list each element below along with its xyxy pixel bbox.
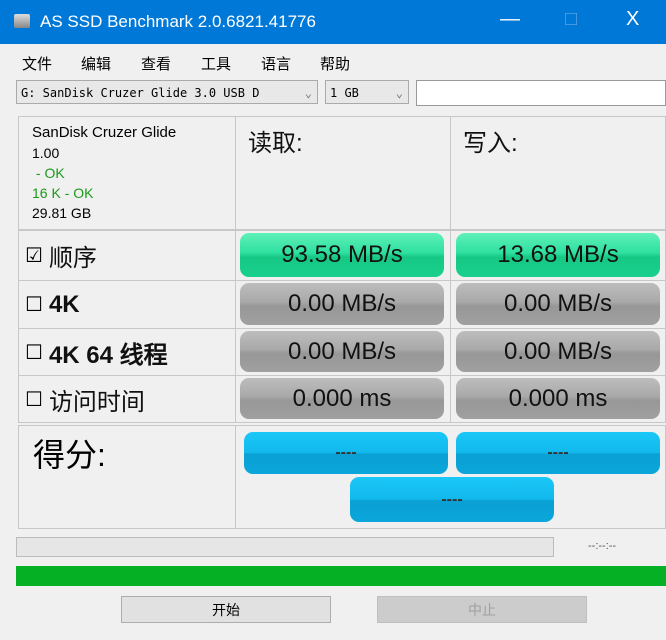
write-result: 13.68 MB/s — [456, 233, 660, 277]
window-title: AS SSD Benchmark 2.0.6821.41776 — [40, 12, 316, 31]
test-label: 4K 64 线程 — [48, 341, 168, 369]
size-select[interactable]: 1 GB ⌄ — [325, 80, 409, 104]
score-read: ---- — [244, 432, 448, 474]
close-button[interactable]: X — [626, 8, 639, 31]
test-row-label-cell[interactable]: ☐ 4K — [18, 280, 236, 329]
menu-tools[interactable]: 工具 — [201, 53, 231, 74]
app-icon — [14, 14, 30, 28]
checkbox[interactable]: ☑ — [25, 243, 43, 268]
read-result: 0.00 MB/s — [240, 331, 444, 372]
drive-info-panel: SanDisk Cruzer Glide 1.00 - OK 16 K - OK… — [18, 116, 236, 230]
read-result: 93.58 MB/s — [240, 233, 444, 277]
test-row-label-cell[interactable]: ☐ 4K 64 线程 — [18, 328, 236, 376]
title-bar: AS SSD Benchmark 2.0.6821.41776 — □ X — [0, 0, 666, 44]
block-status: 16 K - OK — [32, 185, 94, 201]
text-field[interactable] — [416, 80, 666, 106]
maximize-button[interactable]: □ — [565, 8, 577, 31]
test-label: 4K — [48, 290, 80, 318]
checkbox[interactable]: ☐ — [25, 292, 43, 317]
write-header-cell: 写入: — [450, 116, 666, 230]
read-header: 读取: — [248, 130, 303, 157]
menu-file[interactable]: 文件 — [22, 53, 52, 74]
score-label-cell: 得分: — [18, 425, 236, 529]
minimize-button[interactable]: — — [500, 8, 520, 31]
menu-edit[interactable]: 编辑 — [81, 53, 111, 74]
test-row-label-cell[interactable]: ☐ 访问时间 — [18, 375, 236, 423]
drive-name: SanDisk Cruzer Glide — [32, 124, 177, 141]
test-label: 顺序 — [48, 245, 97, 272]
overall-progress-bar — [16, 566, 666, 586]
read-header-cell: 读取: — [235, 116, 451, 230]
score-total: ---- — [350, 477, 554, 522]
drive-select[interactable]: G: SanDisk Cruzer Glide 3.0 USB D ⌄ — [16, 80, 318, 104]
menu-view[interactable]: 查看 — [141, 53, 171, 74]
test-label: 访问时间 — [48, 388, 145, 416]
score-label: 得分: — [33, 437, 106, 473]
overall-progress-fill — [16, 566, 666, 586]
read-result: 0.00 MB/s — [240, 283, 444, 325]
size-select-value: 1 GB — [330, 86, 359, 100]
test-row-label-cell[interactable]: ☑ 顺序 — [18, 230, 236, 281]
drive-select-value: G: SanDisk Cruzer Glide 3.0 USB D — [21, 86, 260, 100]
write-result: 0.00 MB/s — [456, 283, 660, 325]
checkbox[interactable]: ☐ — [25, 340, 43, 365]
start-button[interactable]: 开始 — [121, 596, 331, 623]
write-result: 0.000 ms — [456, 378, 660, 419]
test-progress-bar — [16, 537, 554, 557]
alignment-status: - OK — [32, 165, 65, 181]
chevron-down-icon: ⌄ — [395, 86, 403, 100]
chevron-down-icon: ⌄ — [304, 86, 312, 100]
menu-language[interactable]: 语言 — [261, 53, 291, 74]
score-write: ---- — [456, 432, 660, 474]
write-header: 写入: — [463, 130, 518, 157]
elapsed-timer: --:--:-- — [588, 540, 617, 552]
checkbox[interactable]: ☐ — [25, 387, 43, 412]
menu-help[interactable]: 帮助 — [320, 53, 350, 74]
drive-capacity: 29.81 GB — [32, 205, 92, 221]
abort-button[interactable]: 中止 — [377, 596, 587, 623]
firmware-version: 1.00 — [32, 145, 60, 161]
write-result: 0.00 MB/s — [456, 331, 660, 372]
read-result: 0.000 ms — [240, 378, 444, 419]
